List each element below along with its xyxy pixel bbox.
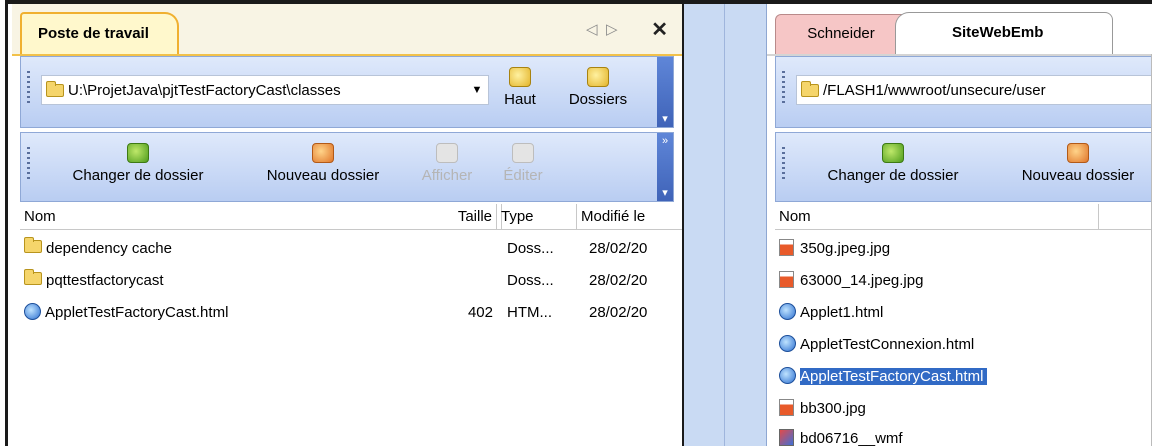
file-modified: 28/02/20 — [589, 240, 648, 257]
edit-button[interactable]: Éditer — [495, 143, 551, 184]
address-toolbar: U:\ProjetJava\pjtTestFactoryCast\classes… — [20, 56, 674, 128]
path-combobox[interactable]: U:\ProjetJava\pjtTestFactoryCast\classes… — [41, 75, 489, 105]
column-header-type[interactable]: Type — [497, 204, 577, 230]
new-folder-button[interactable]: Nouveau dossier — [243, 143, 403, 184]
file-size: 402 — [467, 304, 493, 321]
file-name: pqttestfactorycast — [46, 272, 164, 289]
image-file-icon — [779, 271, 794, 288]
tab-sitewebemb[interactable]: SiteWebEmb — [895, 12, 1113, 54]
ie-html-icon — [779, 303, 796, 320]
edit-label: Éditer — [503, 167, 543, 184]
file-modified: 28/02/20 — [589, 304, 648, 321]
toolbar-overflow-chevron[interactable]: ▾ — [657, 57, 673, 127]
list-item-selected[interactable]: AppletTestFactoryCast.html — [775, 362, 1152, 392]
column-header-name[interactable]: Nom — [775, 204, 1099, 230]
wmf-file-icon — [779, 429, 794, 446]
remote-file-panel: Schneider SiteWebEmb /FLASH1/wwwroot/uns… — [767, 4, 1152, 446]
remote-path-combobox[interactable]: /FLASH1/wwwroot/unsecure/user — [796, 75, 1152, 105]
remote-file-list-header: Nom — [775, 204, 1152, 230]
tab-next-icon[interactable]: ▷ — [606, 20, 618, 38]
panel-splitter[interactable] — [682, 4, 767, 446]
list-item[interactable]: 350g.jpeg.jpg — [775, 234, 1152, 264]
remote-folder-actions-toolbar: Changer de dossier Nouveau dossier — [775, 132, 1152, 202]
close-icon[interactable]: ✕ — [651, 17, 668, 42]
change-folder-button[interactable]: Changer de dossier — [35, 143, 241, 184]
file-name: 63000_14.jpeg.jpg — [800, 272, 924, 289]
folder-icon — [24, 237, 42, 253]
folders-icon — [587, 67, 609, 87]
path-text: U:\ProjetJava\pjtTestFactoryCast\classes — [68, 81, 341, 99]
file-name: AppletTestFactoryCast.html — [800, 368, 988, 385]
list-item[interactable]: AppletTestConnexion.html — [775, 330, 1152, 360]
ie-html-icon — [24, 303, 41, 320]
view-icon — [436, 143, 458, 163]
splitter-line — [724, 4, 725, 446]
up-button-label: Haut — [504, 91, 536, 108]
toolbar-grip[interactable] — [27, 71, 30, 105]
toolbar-grip[interactable] — [782, 71, 785, 105]
remote-new-folder-button[interactable]: Nouveau dossier — [998, 143, 1152, 184]
list-item[interactable]: bb300.jpg — [775, 394, 1152, 424]
column-header-modified[interactable]: Modifié le — [577, 204, 682, 230]
tab-schneider[interactable]: Schneider — [775, 14, 907, 54]
dropdown-arrow-icon[interactable]: ▼ — [466, 84, 488, 96]
tab-poste-de-travail[interactable]: Poste de travail — [20, 12, 179, 54]
image-file-icon — [779, 399, 794, 416]
right-tabstrip: Schneider SiteWebEmb — [767, 4, 1152, 56]
change-folder-label: Changer de dossier — [827, 167, 959, 184]
edit-icon — [512, 143, 534, 163]
file-name: dependency cache — [46, 240, 172, 257]
file-modified: 28/02/20 — [589, 272, 648, 289]
table-row[interactable]: pqttestfactorycast Doss... 28/02/20 — [20, 266, 682, 296]
folder-icon — [24, 269, 42, 285]
file-name: AppletTestFactoryCast.html — [45, 304, 229, 321]
file-type: HTM... — [507, 304, 552, 321]
folders-button[interactable]: Dossiers — [555, 67, 641, 108]
up-button[interactable]: Haut — [495, 67, 545, 108]
toolbar-grip[interactable] — [27, 147, 30, 181]
folder-icon — [46, 80, 64, 97]
view-button[interactable]: Afficher — [411, 143, 483, 184]
remote-address-toolbar: /FLASH1/wwwroot/unsecure/user — [775, 56, 1152, 128]
folder-icon — [801, 80, 819, 97]
folder-actions-toolbar: Changer de dossier Nouveau dossier Affic… — [20, 132, 674, 202]
image-file-icon — [779, 239, 794, 256]
remote-path-text: /FLASH1/wwwroot/unsecure/user — [823, 81, 1046, 99]
new-folder-label: Nouveau dossier — [1021, 167, 1135, 184]
toolbar-overflow-chevron[interactable]: » ▾ — [657, 133, 673, 201]
file-name: AppletTestConnexion.html — [800, 336, 975, 353]
file-type: Doss... — [507, 240, 554, 257]
left-tabstrip: Poste de travail ◁ ▷ ✕ — [12, 4, 682, 56]
new-folder-label: Nouveau dossier — [266, 167, 380, 184]
file-type: Doss... — [507, 272, 554, 289]
file-name: bd06716__wmf — [800, 430, 903, 446]
file-name: 350g.jpeg.jpg — [800, 240, 891, 257]
change-folder-icon — [127, 143, 149, 163]
toolbar-grip[interactable] — [782, 147, 785, 181]
view-label: Afficher — [421, 167, 473, 184]
list-item[interactable]: bd06716__wmf — [775, 424, 1152, 446]
ie-html-icon — [779, 367, 796, 384]
tab-prev-icon[interactable]: ◁ — [586, 20, 598, 38]
local-file-panel: Poste de travail ◁ ▷ ✕ U:\ProjetJava\pjt… — [12, 4, 682, 446]
table-row[interactable]: AppletTestFactoryCast.html 402 HTM... 28… — [20, 298, 682, 328]
file-name: bb300.jpg — [800, 400, 866, 417]
new-folder-icon — [312, 143, 334, 163]
new-folder-icon — [1067, 143, 1089, 163]
list-item[interactable]: Applet1.html — [775, 298, 1152, 328]
window-left-border — [0, 0, 8, 446]
change-folder-label: Changer de dossier — [72, 167, 204, 184]
folder-up-icon — [509, 67, 531, 87]
folders-button-label: Dossiers — [568, 91, 628, 108]
remote-change-folder-button[interactable]: Changer de dossier — [790, 143, 996, 184]
file-name: Applet1.html — [800, 304, 884, 321]
list-item[interactable]: 63000_14.jpeg.jpg — [775, 266, 1152, 296]
change-folder-icon — [882, 143, 904, 163]
ie-html-icon — [779, 335, 796, 352]
file-list-header: Nom Taille Type Modifié le — [20, 204, 682, 230]
column-header-size[interactable]: Taille — [420, 204, 497, 230]
table-row[interactable]: dependency cache Doss... 28/02/20 — [20, 234, 682, 264]
